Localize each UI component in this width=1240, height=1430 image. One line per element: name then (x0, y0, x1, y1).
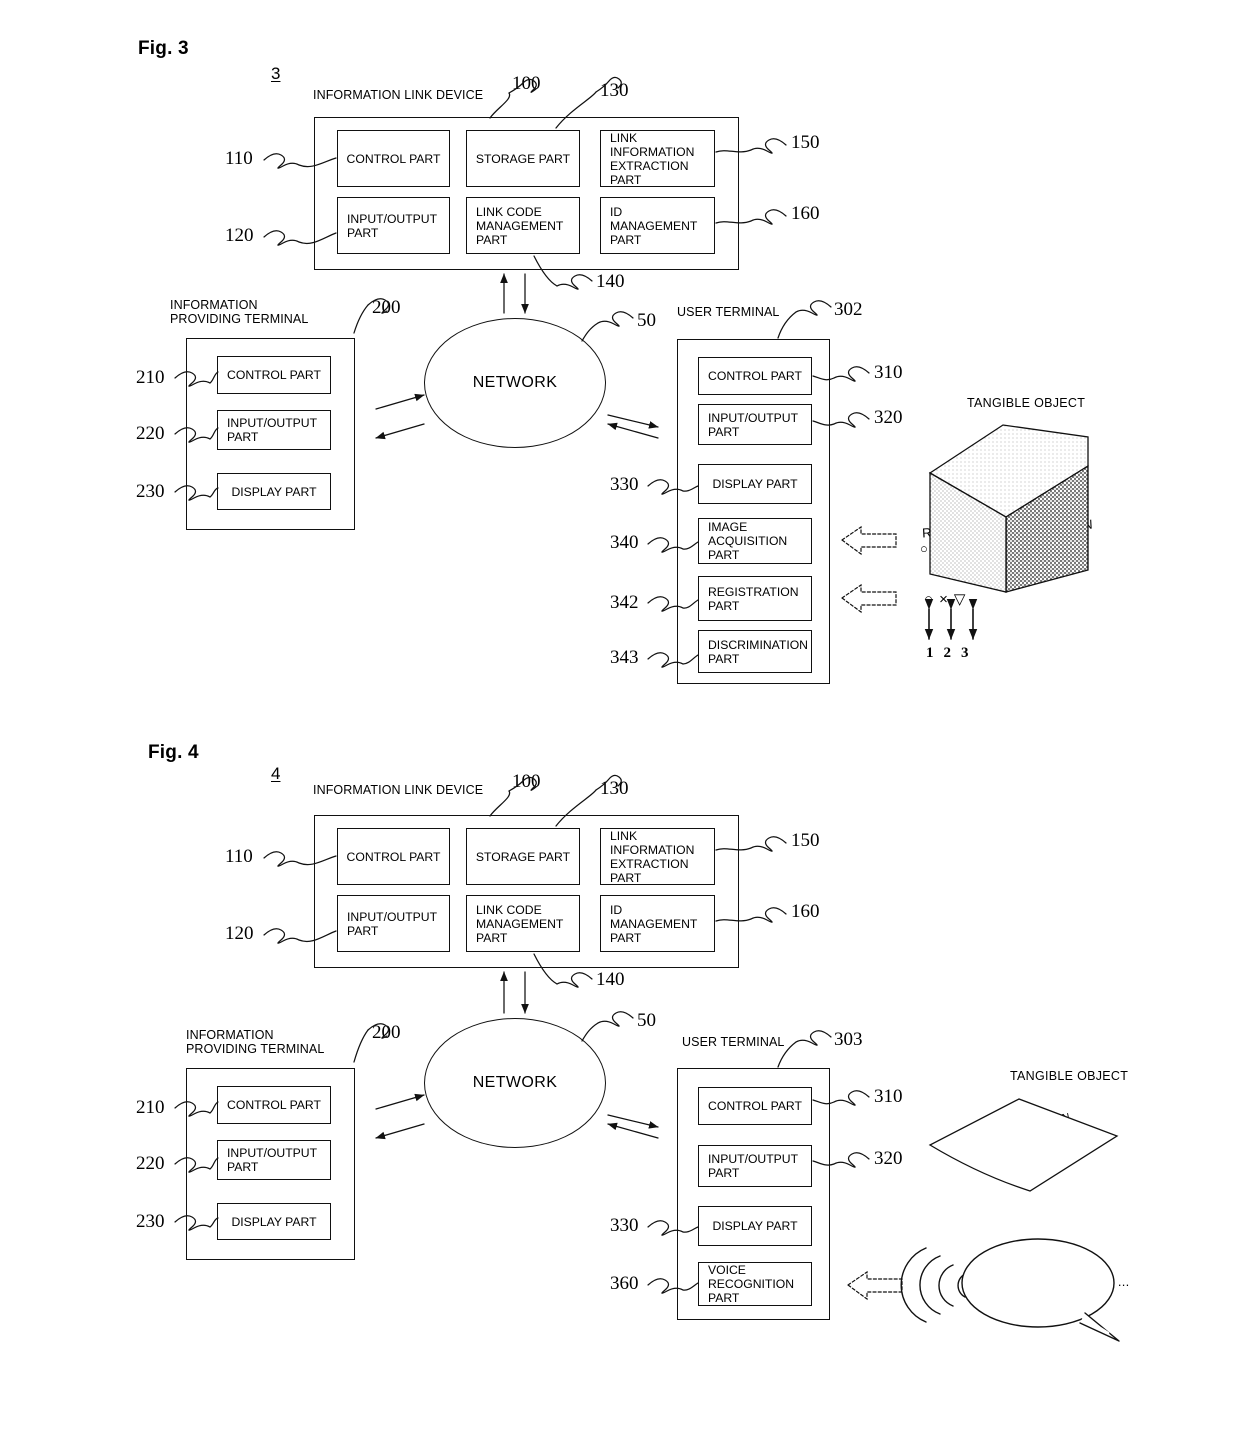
fig4-ut-cell-voice-recognition-part[interactable]: VOICE RECOGNITION PART (698, 1262, 812, 1306)
fig3-ref-50: 50 (637, 310, 656, 331)
fig3-cell-input-output-part[interactable]: INPUT/OUTPUT PART (337, 197, 450, 254)
fig3-ref-340: 340 (610, 532, 639, 553)
fig3-pt-cell-control-part[interactable]: CONTROL PART (217, 356, 331, 394)
fig3-ref-330: 330 (610, 474, 639, 495)
fig4-paper-text: RELATED INFORMATION P : 123-400-100 (943, 1111, 1071, 1159)
fig4-speech-text: ONE, TWO, THREE, ... (989, 1274, 1130, 1289)
fig4-device-network-arrows (500, 971, 529, 1014)
fig4-ref-100: 100 (512, 771, 541, 792)
fig3-ref-140: 140 (596, 271, 625, 292)
fig3-ref-342: 342 (610, 592, 639, 613)
fig3-mapping-digits: 123 (926, 645, 979, 662)
mapping-digit-2: 2 (943, 645, 961, 661)
fig3-cell-storage-part[interactable]: STORAGE PART (466, 130, 580, 187)
fig4-ref-220: 220 (136, 1153, 165, 1174)
fig4-cell-control-part[interactable]: CONTROL PART (337, 828, 450, 885)
fig3-ref-310: 310 (874, 362, 903, 383)
fig3-device-network-arrows (500, 273, 529, 314)
fig4-pt-cell-control-part[interactable]: CONTROL PART (217, 1086, 331, 1124)
fig4-speech-bubble (961, 1238, 1120, 1342)
mapping-symbol-3: ▽ (953, 591, 972, 608)
fig3-cell-link-information-extraction-part[interactable]: LINK INFORMATION EXTRACTION PART (600, 130, 715, 187)
fig3-block-arrow-image (840, 525, 897, 556)
fig3-ref-343: 343 (610, 647, 639, 668)
fig4-cell-storage-part[interactable]: STORAGE PART (466, 828, 580, 885)
fig4-link-device-caption: INFORMATION LINK DEVICE (313, 783, 484, 797)
fig3-ref-302: 302 (834, 299, 863, 320)
fig3-ref-130: 130 (600, 80, 629, 101)
fig3-ut-cell-control-part[interactable]: CONTROL PART (698, 357, 812, 395)
fig3-link-device-caption: INFORMATION LINK DEVICE (313, 88, 484, 102)
fig3-cell-control-part[interactable]: CONTROL PART (337, 130, 450, 187)
fig4-pt-cell-display-part[interactable]: DISPLAY PART (217, 1203, 331, 1240)
fig3-ref-200: 200 (372, 297, 401, 318)
patent-drawing-page: Fig. 3 3 INFORMATION LINK DEVICE CONTROL… (0, 0, 1240, 1430)
fig4-network: NETWORK (424, 1018, 606, 1148)
fig3-block-arrow-registration (840, 583, 897, 614)
fig4-ref-310: 310 (874, 1086, 903, 1107)
fig3-network: NETWORK (424, 318, 606, 448)
fig3-ref-320: 320 (874, 407, 903, 428)
fig4-ut-cell-display-part[interactable]: DISPLAY PART (698, 1206, 812, 1246)
fig3-system-number: 3 (271, 64, 281, 83)
fig4-cell-link-code-management-part[interactable]: LINK CODE MANAGEMENT PART (466, 895, 580, 952)
fig3-ut-cell-display-part[interactable]: DISPLAY PART (698, 464, 812, 504)
fig4-providing-terminal-caption: INFORMATION PROVIDING TERMINAL (186, 1028, 325, 1056)
fig4-cell-id-management-part[interactable]: ID MANAGEMENT PART (600, 895, 715, 952)
fig4-cell-link-information-extraction-part[interactable]: LINK INFORMATION EXTRACTION PART (600, 828, 715, 885)
fig4-ref-50: 50 (637, 1010, 656, 1031)
fig3-tangible-object-box (928, 424, 1089, 593)
fig3-cell-id-management-part[interactable]: ID MANAGEMENT PART (600, 197, 715, 254)
fig4-ref-130: 130 (600, 778, 629, 799)
fig4-cell-input-output-part[interactable]: INPUT/OUTPUT PART (337, 895, 450, 952)
fig4-block-arrow-voice (846, 1270, 903, 1301)
fig4-tangible-object-caption: TANGIBLE OBJECT (1010, 1069, 1129, 1083)
mapping-digit-1: 1 (926, 645, 944, 661)
fig3-ut-cell-discrimination-part[interactable]: DISCRIMINATION PART (698, 630, 812, 673)
fig4-ref-110: 110 (225, 846, 253, 867)
fig4-sound-wave-icon (900, 1247, 966, 1323)
fig4-ut-cell-control-part[interactable]: CONTROL PART (698, 1087, 812, 1125)
fig3-tangible-object-caption: TANGIBLE OBJECT (967, 396, 1086, 410)
fig3-pt-cell-display-part[interactable]: DISPLAY PART (217, 473, 331, 510)
fig4-ref-120: 120 (225, 923, 254, 944)
fig3-providing-terminal-caption: INFORMATION PROVIDING TERMINAL (170, 298, 309, 326)
fig3-ref-210: 210 (136, 367, 165, 388)
fig3-ref-160: 160 (791, 203, 820, 224)
fig3-user-terminal-caption: USER TERMINAL (677, 305, 780, 319)
fig4-ref-230: 230 (136, 1211, 165, 1232)
fig3-ref-150: 150 (791, 132, 820, 153)
fig3-mapping-symbols: ○×▽ (924, 590, 971, 608)
fig4-pt-cell-input-output-part[interactable]: INPUT/OUTPUT PART (217, 1140, 331, 1180)
fig3-title: Fig. 3 (138, 38, 189, 59)
fig3-ref-100: 100 (512, 73, 541, 94)
fig4-title: Fig. 4 (148, 742, 199, 763)
fig3-pt-cell-input-output-part[interactable]: INPUT/OUTPUT PART (217, 410, 331, 450)
mapping-symbol-2: × (939, 591, 954, 608)
fig4-ref-200: 200 (372, 1022, 401, 1043)
fig3-ut-cell-registration-part[interactable]: REGISTRATION PART (698, 576, 812, 621)
fig3-ref-230: 230 (136, 481, 165, 502)
fig4-ref-320: 320 (874, 1148, 903, 1169)
fig3-ref-120: 120 (225, 225, 254, 246)
fig4-ref-150: 150 (791, 830, 820, 851)
fig4-system-number: 4 (271, 764, 281, 783)
fig4-ref-160: 160 (791, 901, 820, 922)
fig3-ut-cell-input-output-part[interactable]: INPUT/OUTPUT PART (698, 404, 812, 445)
fig4-ref-330: 330 (610, 1215, 639, 1236)
fig4-ref-140: 140 (596, 969, 625, 990)
fig4-user-terminal-caption: USER TERMINAL (682, 1035, 785, 1049)
fig4-ref-303: 303 (834, 1029, 863, 1050)
fig4-ref-360: 360 (610, 1273, 639, 1294)
fig3-ref-110: 110 (225, 148, 253, 169)
fig3-ut-cell-image-acquisition-part[interactable]: IMAGE ACQUISITION PART (698, 518, 812, 564)
mapping-digit-3: 3 (961, 645, 979, 661)
fig3-cell-link-code-management-part[interactable]: LINK CODE MANAGEMENT PART (466, 197, 580, 254)
fig4-ref-210: 210 (136, 1097, 165, 1118)
fig3-mapping-arrows (924, 598, 978, 640)
fig4-ut-cell-input-output-part[interactable]: INPUT/OUTPUT PART (698, 1145, 812, 1187)
mapping-symbol-1: ○ (924, 591, 940, 608)
fig3-ref-220: 220 (136, 423, 165, 444)
